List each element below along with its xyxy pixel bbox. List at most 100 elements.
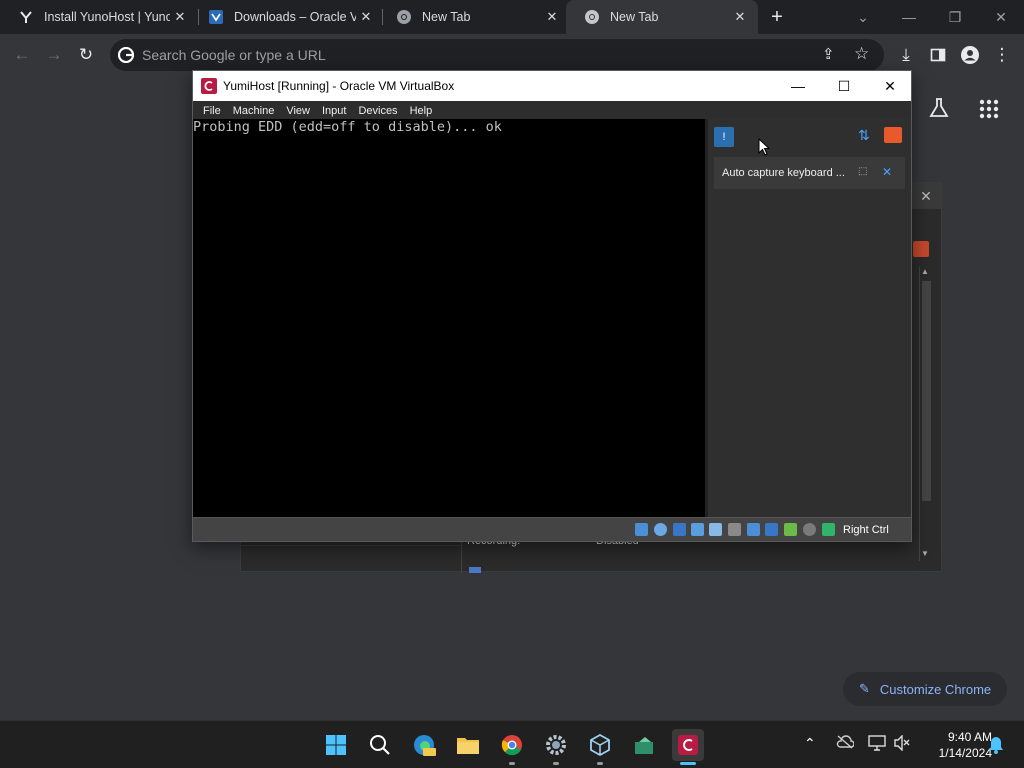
tab-title: Downloads – Oracle VM — [234, 10, 356, 24]
vm-menu-bar: File Machine View Input Devices Help — [193, 101, 911, 121]
close-tab-icon[interactable]: ✕ — [170, 7, 190, 27]
menu-view[interactable]: View — [280, 105, 316, 117]
back-arrow-icon[interactable]: ← — [8, 41, 36, 69]
customize-label: Customize Chrome — [879, 681, 992, 697]
vm-window: YumiHost [Running] - Oracle VM VirtualBo… — [192, 70, 912, 542]
virtualbox-icon — [208, 9, 224, 25]
tab-title: Install YunoHost | Yuno — [44, 10, 170, 24]
menu-input[interactable]: Input — [316, 105, 352, 117]
usb-icon[interactable] — [709, 523, 722, 536]
tab-new-tab-active[interactable]: New Tab ✕ — [566, 0, 758, 34]
onedrive-offline-icon[interactable] — [836, 735, 855, 754]
clock-time: 9:40 AM — [947, 730, 992, 744]
virtualbox-icon[interactable] — [584, 729, 616, 765]
menu-file[interactable]: File — [197, 105, 227, 117]
console-output: Probing EDD (edd=off to disable)... ok — [193, 119, 502, 135]
notification-text: Auto capture keyboard ... — [722, 167, 845, 179]
tab-downloads-virtualbox[interactable]: Downloads – Oracle VM ✕ — [190, 0, 384, 34]
side-panel-icon[interactable] — [924, 41, 952, 69]
notification-card: Auto capture keyboard ... ⬚ ✕ — [714, 157, 905, 189]
notification-center-icon[interactable] — [913, 241, 929, 257]
new-tab-button[interactable]: + — [766, 6, 788, 28]
running-indicator — [597, 762, 603, 765]
search-icon[interactable] — [364, 729, 396, 761]
running-indicator — [509, 762, 515, 765]
notification-center-icon[interactable] — [884, 127, 902, 143]
vm-status-bar: Right Ctrl — [193, 517, 911, 541]
settings-gear-icon[interactable] — [540, 729, 572, 765]
vm-display[interactable]: Probing EDD (edd=off to disable)... ok — [193, 119, 705, 517]
sort-icon[interactable]: ⇅ — [858, 127, 874, 143]
google-apps-icon[interactable] — [978, 98, 1000, 125]
maximize-icon[interactable]: ☐ — [821, 71, 867, 101]
close-tab-icon[interactable]: ✕ — [730, 7, 750, 27]
shared-folders-icon[interactable] — [728, 523, 741, 536]
omnibox[interactable]: Search Google or type a URL ⇪ ☆ — [110, 39, 884, 71]
start-windows-icon[interactable] — [320, 729, 352, 761]
scrollbar[interactable]: ▲ ▼ — [919, 267, 933, 561]
vm-window-title: YumiHost [Running] - Oracle VM VirtualBo… — [223, 79, 455, 93]
keyboard-capture-icon[interactable] — [822, 523, 835, 536]
tab-title: New Tab — [610, 10, 659, 24]
minimize-icon[interactable]: — — [775, 71, 821, 101]
speaker-muted-icon[interactable] — [894, 734, 910, 756]
show-hidden-icons-chevron-icon[interactable]: ⌃ — [804, 735, 816, 752]
recording-icon[interactable] — [765, 523, 778, 536]
debian-swirl-icon — [201, 78, 217, 99]
optical-drive-icon[interactable] — [654, 523, 667, 536]
mouse-integration-icon[interactable] — [803, 523, 816, 536]
tab-search-chevron-icon[interactable]: ⌄ — [840, 0, 886, 34]
menu-devices[interactable]: Devices — [352, 105, 403, 117]
pencil-icon: ✎ — [859, 681, 870, 696]
menu-help[interactable]: Help — [404, 105, 439, 117]
audio-icon[interactable] — [673, 523, 686, 536]
running-indicator — [680, 762, 696, 765]
display-icon[interactable] — [747, 523, 760, 536]
restore-icon[interactable]: ❐ — [932, 0, 978, 34]
bookmark-star-icon[interactable]: ☆ — [854, 44, 869, 64]
forward-arrow-icon[interactable]: → — [40, 41, 68, 69]
vm-title-bar: YumiHost [Running] - Oracle VM VirtualBo… — [193, 71, 911, 101]
system-clock[interactable]: 9:40 AM 1/14/2024 — [920, 729, 992, 761]
profile-avatar-icon[interactable] — [956, 41, 984, 69]
reload-icon[interactable]: ↻ — [72, 41, 100, 69]
cpu-icon[interactable] — [784, 523, 797, 536]
chrome-icon — [396, 9, 412, 25]
share-icon[interactable]: ⇪ — [822, 45, 835, 63]
network-icon[interactable] — [691, 523, 704, 536]
close-tab-icon[interactable]: ✕ — [542, 7, 562, 27]
network-monitor-icon[interactable] — [868, 735, 886, 756]
close-icon[interactable]: ✕ — [911, 183, 941, 209]
google-g-icon — [117, 46, 135, 68]
omnibox-placeholder: Search Google or type a URL — [142, 47, 326, 63]
tab-title: New Tab — [422, 10, 471, 24]
edge-beta-icon[interactable] — [408, 729, 440, 761]
customize-chrome-button[interactable]: ✎ Customize Chrome — [843, 672, 1007, 706]
close-window-icon[interactable]: ✕ — [978, 0, 1024, 34]
notification-center-panel: ! ⇅ Auto capture keyboard ... ⬚ ✕ — [705, 119, 911, 517]
tab-new-tab[interactable]: New Tab ✕ — [378, 0, 570, 34]
download-icon[interactable]: ⤓ — [892, 41, 920, 69]
vm-list-panel — [241, 545, 461, 571]
running-indicator — [553, 762, 559, 765]
chrome-menu-icon[interactable]: ⋮ — [988, 41, 1016, 69]
clock-date: 1/14/2024 — [938, 746, 992, 760]
mouse-cursor-icon — [758, 137, 771, 161]
labs-flask-icon[interactable] — [928, 97, 950, 125]
menu-machine[interactable]: Machine — [227, 105, 281, 117]
file-explorer-icon[interactable] — [452, 729, 484, 761]
notification-bell-icon[interactable] — [988, 736, 1004, 759]
minimize-icon[interactable]: — — [886, 0, 932, 34]
hard-disk-icon[interactable] — [635, 523, 648, 536]
taskbar: ⌃ 9:40 AM 1/14/2024 — [0, 720, 1024, 768]
chrome-icon[interactable] — [496, 729, 528, 765]
message-icon[interactable]: ! — [714, 127, 734, 147]
close-icon[interactable]: ✕ — [882, 165, 892, 179]
close-icon[interactable]: ✕ — [867, 71, 913, 101]
close-tab-icon[interactable]: ✕ — [356, 7, 376, 27]
oracle-vm-icon[interactable] — [628, 729, 660, 761]
help-icon[interactable]: ⬚ — [858, 166, 867, 177]
section-icon — [469, 567, 481, 573]
debian-vm-taskbar-icon[interactable] — [672, 729, 704, 765]
tab-install-yunohost[interactable]: Install YunoHost | Yuno ✕ — [0, 0, 198, 34]
